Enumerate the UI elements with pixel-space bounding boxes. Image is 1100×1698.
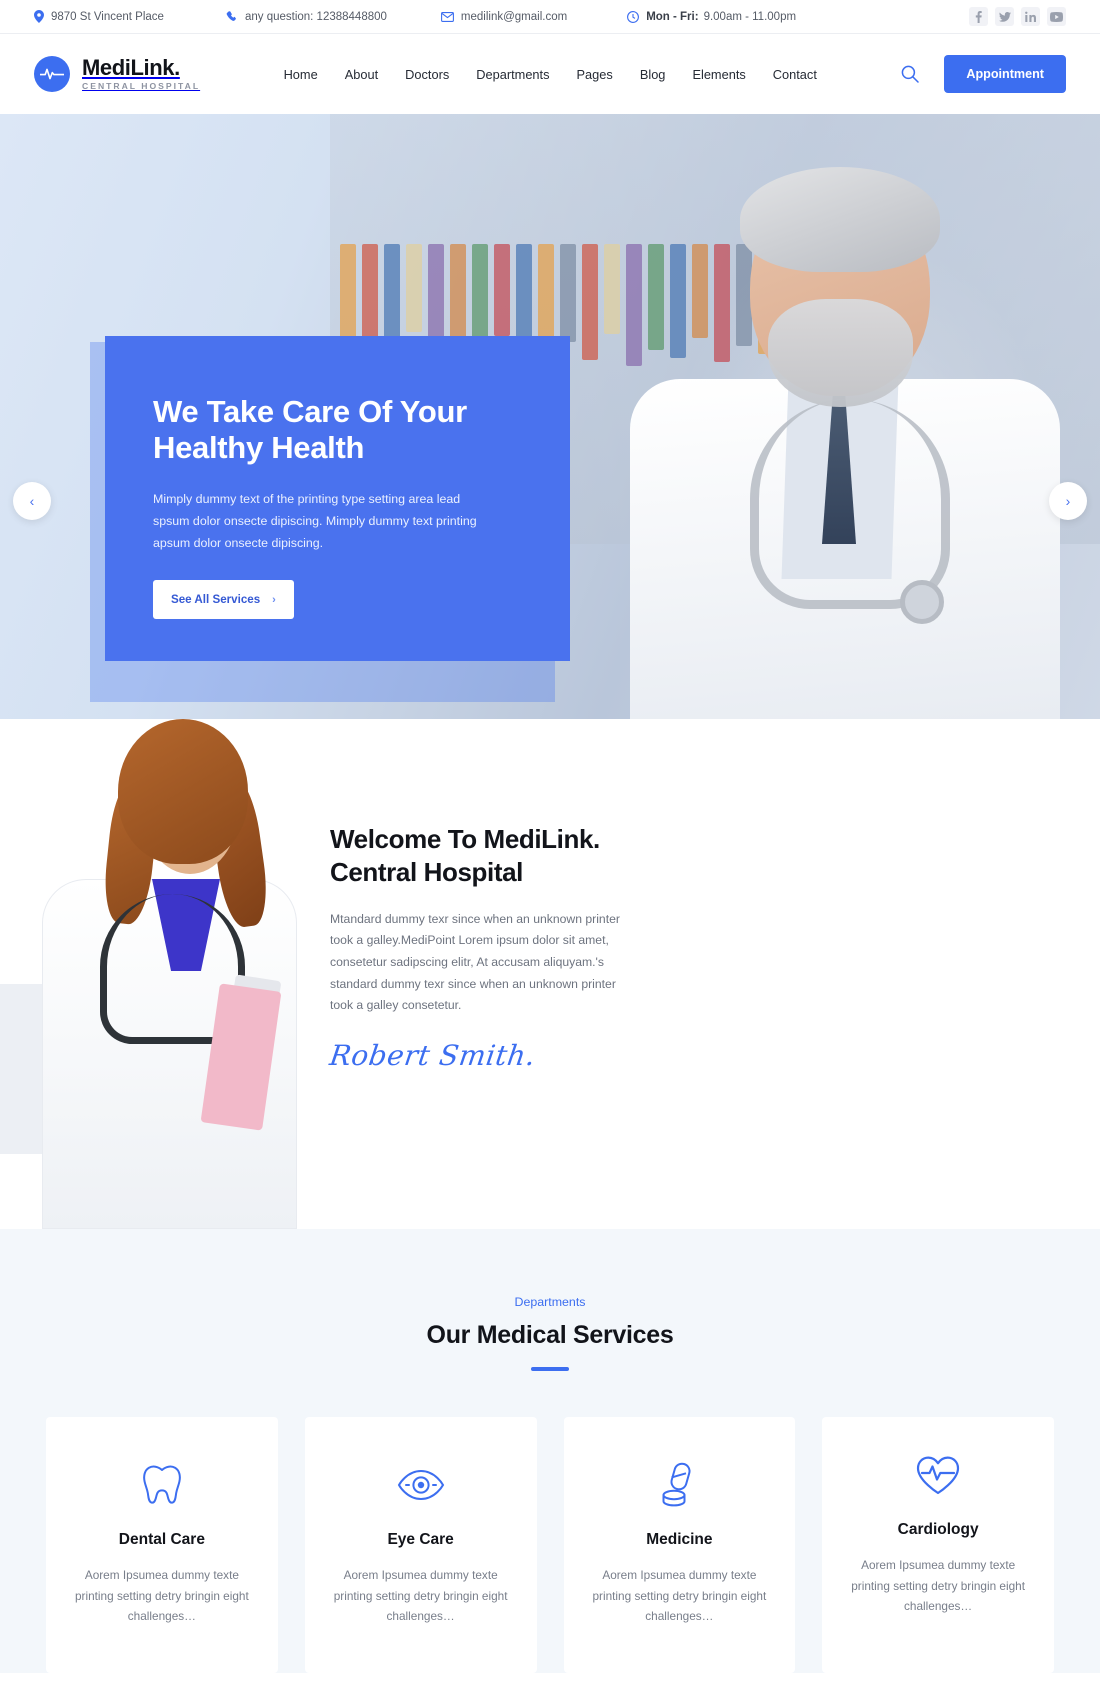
linkedin-icon[interactable] xyxy=(1021,7,1040,26)
eye-icon xyxy=(327,1457,515,1513)
tooth-icon xyxy=(68,1457,256,1513)
nav-item-contact[interactable]: Contact xyxy=(773,67,817,82)
services-grid: Dental Care Aorem Ipsumea dummy texte pr… xyxy=(0,1371,1100,1673)
location-pin-icon xyxy=(34,10,44,23)
hours-item: Mon - Fri: 9.00am - 11.00pm xyxy=(627,11,796,23)
facebook-icon[interactable] xyxy=(969,7,988,26)
top-info-bar: 9870 St Vincent Place any question: 1238… xyxy=(0,0,1100,34)
hours-label: Mon - Fri: xyxy=(646,10,699,23)
welcome-title-line-2: Central Hospital xyxy=(330,857,523,888)
hero-title: We Take Care Of Your Healthy Health xyxy=(153,394,480,466)
brand-name: MediLink. xyxy=(82,55,180,81)
pills-icon xyxy=(586,1457,774,1513)
phone-icon xyxy=(226,10,238,23)
hero-slider: We Take Care Of Your Healthy Health Mimp… xyxy=(0,114,1100,719)
doctor-signature: Robert Smith. xyxy=(327,1039,538,1073)
welcome-doctor-photo xyxy=(0,719,330,1229)
welcome-section: Welcome To MediLink. Central Hospital Mt… xyxy=(0,719,1100,1229)
site-header: MediLink. CENTRAL HOSPITAL Home About Do… xyxy=(0,34,1100,114)
slider-prev-button[interactable]: ‹ xyxy=(13,482,51,520)
hero-title-line-2: Healthy Health xyxy=(153,429,365,465)
hero-title-line-1: We Take Care Of Your xyxy=(153,394,467,429)
envelope-icon xyxy=(440,11,454,22)
social-links xyxy=(969,7,1066,26)
service-name: Eye Care xyxy=(387,1531,454,1548)
hero-paragraph: Mimply dummy text of the printing type s… xyxy=(153,491,477,551)
twitter-icon[interactable] xyxy=(995,7,1014,26)
service-name: Medicine xyxy=(646,1531,713,1548)
brand-tagline: CENTRAL HOSPITAL xyxy=(82,81,201,92)
nav-item-blog[interactable]: Blog xyxy=(640,67,666,82)
phone-item: any question: 12388448800 xyxy=(226,11,387,23)
nav-item-elements[interactable]: Elements xyxy=(692,67,745,82)
welcome-title: Welcome To MediLink. Central Hospital xyxy=(330,823,630,890)
hours-value: 9.00am - 11.00pm xyxy=(703,10,797,23)
chevron-right-icon: › xyxy=(272,593,276,606)
service-description: Aorem Ipsumea dummy texte printing setti… xyxy=(851,1558,1026,1614)
email-text: medilink@gmail.com xyxy=(460,10,568,23)
nav-item-about[interactable]: About xyxy=(345,67,378,82)
welcome-text-block: Welcome To MediLink. Central Hospital Mt… xyxy=(327,823,630,1073)
address-text: 9870 St Vincent Place xyxy=(51,10,164,23)
welcome-paragraph: Mtandard dummy texr since when an unknow… xyxy=(330,911,620,1013)
clock-icon xyxy=(627,10,640,23)
hero-doctor-photo xyxy=(600,159,1060,719)
nav-item-doctors[interactable]: Doctors xyxy=(405,67,449,82)
see-all-services-button[interactable]: See All Services › xyxy=(153,580,294,620)
service-name: Cardiology xyxy=(897,1521,979,1538)
address-item: 9870 St Vincent Place xyxy=(34,10,164,23)
service-name: Dental Care xyxy=(118,1531,205,1548)
services-title: Our Medical Services xyxy=(426,1321,674,1349)
service-card-dental-care[interactable]: Dental Care Aorem Ipsumea dummy texte pr… xyxy=(46,1417,278,1673)
services-eyebrow: Departments xyxy=(514,1295,586,1309)
search-icon[interactable] xyxy=(900,64,920,84)
appointment-button[interactable]: Appointment xyxy=(944,55,1066,93)
welcome-title-line-1: Welcome To MediLink. xyxy=(330,824,600,854)
brand-logo[interactable]: MediLink. CENTRAL HOSPITAL xyxy=(34,56,200,92)
nav-item-home[interactable]: Home xyxy=(284,67,318,82)
heart-pulse-icon xyxy=(844,1447,1032,1503)
youtube-icon[interactable] xyxy=(1047,7,1066,26)
nav-item-pages[interactable]: Pages xyxy=(577,67,613,82)
see-all-services-label: See All Services xyxy=(171,593,261,607)
service-description: Aorem Ipsumea dummy texte printing setti… xyxy=(592,1568,767,1624)
service-card-eye-care[interactable]: Eye Care Aorem Ipsumea dummy texte print… xyxy=(304,1417,537,1673)
medical-services-section: Departments Our Medical Services Dental … xyxy=(0,1229,1100,1673)
service-description: Aorem Ipsumea dummy texte printing setti… xyxy=(74,1568,249,1624)
service-card-medicine[interactable]: Medicine Aorem Ipsumea dummy texte print… xyxy=(563,1417,796,1673)
phone-text: any question: 12388448800 xyxy=(244,10,387,23)
service-card-cardiology[interactable]: Cardiology Aorem Ipsumea dummy texte pri… xyxy=(822,1417,1054,1673)
hero-content-card: We Take Care Of Your Healthy Health Mimp… xyxy=(105,336,570,661)
main-navigation: Home About Doctors Departments Pages Blo… xyxy=(284,67,817,82)
nav-item-departments[interactable]: Departments xyxy=(476,67,549,82)
heartbeat-logo-icon xyxy=(34,56,70,92)
email-item: medilink@gmail.com xyxy=(440,10,568,23)
slider-next-button[interactable]: › xyxy=(1049,482,1087,520)
service-description: Aorem Ipsumea dummy texte printing setti… xyxy=(333,1568,508,1624)
